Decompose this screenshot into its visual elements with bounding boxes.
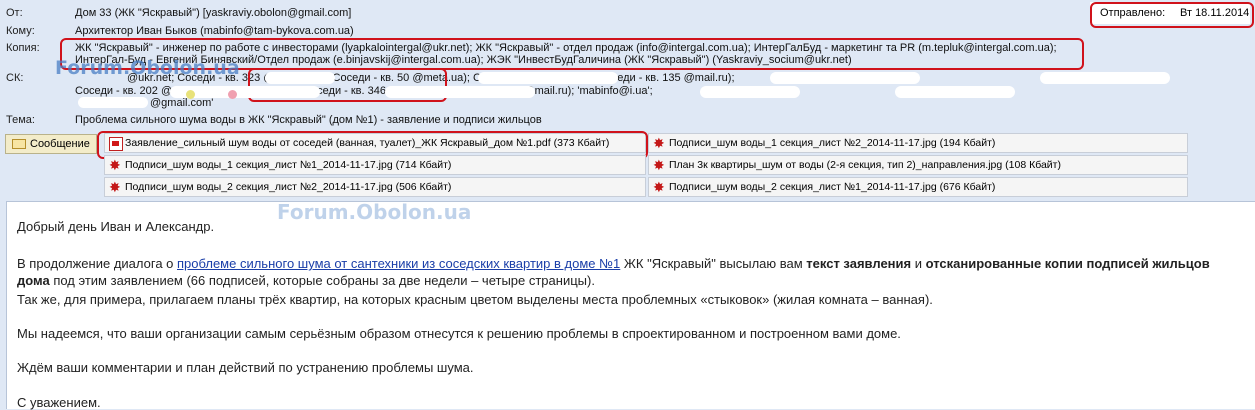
attachment-label: Подписи_шум воды_2 секция_лист №1_2014-1… [669,181,996,193]
redaction [895,86,1015,98]
attachment-jpg[interactable]: ✸ Подписи_шум воды_1 секция_лист №2_2014… [648,133,1188,153]
p1-bold: текст заявления [806,256,912,271]
color-dot [186,90,195,99]
p2-bold: дома [17,273,50,288]
from-value[interactable]: Дом 33 (ЖК "Яскравый") [yaskraviy.obolon… [75,6,351,20]
message-tab-label: Сообщение [30,138,90,150]
paragraph-2: Так же, для примера, прилагаем планы трё… [17,292,933,307]
issue-link[interactable]: проблеме сильного шума от сантехники из … [177,256,620,271]
subject-value: Проблема сильного шума воды в ЖК "Яскрав… [75,114,542,126]
p1-text: и [911,256,926,271]
redaction [265,72,335,84]
attachment-bar: Сообщение Заявление_сильный шум воды от … [0,130,1255,198]
attachment-label: План 3к квартиры_шум от воды (2-я секция… [669,159,1061,171]
image-file-icon: ✸ [653,135,665,151]
paragraph-4: Ждём ваши комментарии и план действий по… [17,360,474,375]
bcc-line-3[interactable]: @gmail.com' [150,96,213,110]
image-file-icon: ✸ [653,157,665,173]
watermark-body: Forum.Obolon.ua [277,200,472,224]
from-label: От: [6,7,23,19]
redaction [770,72,920,84]
to-value[interactable]: Архитектор Иван Быков (mabinfo@tam-bykov… [75,24,354,38]
redaction [478,72,618,84]
redaction [700,86,800,98]
greeting: Добрый день Иван и Александр. [17,219,215,234]
sent-highlight [1090,2,1254,28]
image-file-icon: ✸ [109,157,121,173]
color-dot [228,90,237,99]
message-header: От: Дом 33 (ЖК "Яскравый") [yaskraviy.ob… [0,0,1255,128]
envelope-icon [12,139,26,149]
attachment-label: Подписи_шум воды_1 секция_лист №2_2014-1… [669,137,996,149]
attachment-jpg[interactable]: ✸ План 3к квартиры_шум от воды (2-я секц… [648,155,1188,175]
attachment-label: Подписи_шум воды_1 секция_лист №1_2014-1… [125,159,452,171]
message-body[interactable]: Forum.Obolon.ua Добрый день Иван и Алекс… [6,200,1255,410]
paragraph-1-cont: дома под этим заявлением (66 подписей, к… [17,273,595,288]
redaction [1040,72,1170,84]
p1-text: В продолжение диалога о [17,256,177,271]
p1-bold: отсканированные копии подписей жильцов [925,256,1210,271]
redaction [78,97,148,108]
attachment-label: Подписи_шум воды_2 секция_лист №2_2014-1… [125,181,452,193]
bcc-label: СК: [6,72,24,84]
to-label: Кому: [6,25,35,37]
paragraph-1: В продолжение диалога о проблеме сильног… [17,256,1210,271]
cc-label: Копия: [6,42,40,54]
p1-text: ЖК "Яскравый" высылаю вам [620,256,807,271]
image-file-icon: ✸ [109,179,121,195]
image-file-icon: ✸ [653,179,665,195]
redaction [385,86,535,98]
attachment-jpg[interactable]: ✸ Подписи_шум воды_2 секция_лист №1_2014… [648,177,1188,197]
p2-text: под этим заявлением (66 подписей, которы… [49,273,595,288]
subject-label: Тема: [6,114,35,126]
attachment-jpg[interactable]: ✸ Подписи_шум воды_2 секция_лист №2_2014… [104,177,646,197]
message-tab[interactable]: Сообщение [5,134,97,154]
attachment-jpg[interactable]: ✸ Подписи_шум воды_1 секция_лист №1_2014… [104,155,646,175]
paragraph-3: Мы надеемся, что ваши организации самым … [17,326,901,341]
